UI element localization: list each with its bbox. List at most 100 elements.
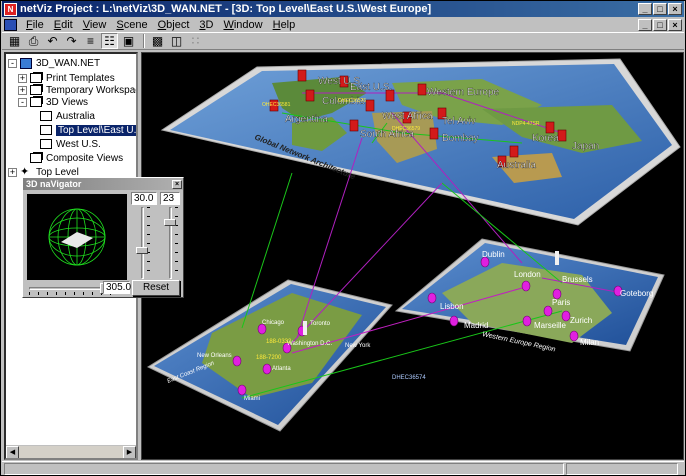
menu-object[interactable]: Object: [153, 19, 195, 31]
navigator-preview[interactable]: [27, 194, 127, 280]
document-icon[interactable]: [4, 18, 17, 31]
tower-node[interactable]: [303, 321, 307, 335]
tree-item-label: Temporary Workspace: [46, 84, 138, 96]
tree-item-label: Australia: [56, 110, 95, 122]
tree-item[interactable]: - 3D_WAN.NET: [8, 56, 100, 70]
navigator-value-c[interactable]: 305.0: [103, 281, 131, 294]
3d-viewport[interactable]: West U.S. East U.S. Colombia Western Europe…: [141, 52, 684, 460]
globe-wireframe-icon[interactable]: [27, 194, 127, 280]
title-bar: N netViz Project : L:\netViz\3D_WAN.NET …: [2, 1, 684, 17]
city-label-us: Toronto: [310, 321, 331, 327]
expand-icon[interactable]: +: [18, 73, 27, 83]
collapse-icon[interactable]: -: [18, 97, 27, 107]
menu-scene[interactable]: Scene: [111, 19, 152, 31]
router-node-magenta[interactable]: [521, 280, 531, 292]
router-node-magenta[interactable]: [569, 330, 579, 342]
doc-close-button[interactable]: ×: [668, 18, 682, 31]
tree-item[interactable]: Composite Views: [18, 151, 123, 165]
tree-item[interactable]: - 3D Views: [18, 95, 88, 109]
scroll-right-icon[interactable]: ▶: [123, 446, 136, 458]
doc-restore-button[interactable]: □: [653, 18, 667, 31]
diagram-icon: ✦: [20, 165, 30, 178]
router-node-red[interactable]: [557, 129, 567, 142]
router-node-red[interactable]: [365, 99, 375, 112]
navigator-close-icon[interactable]: ×: [172, 179, 182, 189]
router-node-red[interactable]: [417, 83, 427, 96]
folder-icon: [30, 153, 42, 163]
link-id-label: DHEC36579: [392, 126, 420, 132]
monitor-icon[interactable]: ▩: [149, 33, 166, 49]
app-icon[interactable]: N: [4, 2, 17, 16]
tree-item[interactable]: Top Level\East U.S.\W: [28, 123, 136, 137]
router-node-red[interactable]: [297, 69, 307, 82]
3d-navigator-panel[interactable]: 3D naVigator × 30.0 23 305.0 Reset: [22, 177, 184, 298]
router-node-magenta[interactable]: [561, 310, 571, 322]
router-node-red[interactable]: [545, 121, 555, 134]
tower-node[interactable]: [555, 251, 559, 265]
save-icon[interactable]: ▦: [6, 33, 23, 49]
netviz-window: N netViz Project : L:\netViz\3D_WAN.NET …: [0, 0, 686, 476]
menu-help[interactable]: Help: [268, 19, 301, 31]
expand-icon[interactable]: +: [18, 85, 27, 95]
tree-view-icon[interactable]: ☷: [101, 33, 118, 49]
close-button[interactable]: ×: [668, 3, 682, 15]
maximize-button[interactable]: □: [653, 3, 667, 15]
menu-edit[interactable]: Edit: [49, 19, 78, 31]
city-label-us: Atlanta: [272, 366, 291, 372]
align-icon[interactable]: ≡: [82, 33, 99, 49]
router-node-red[interactable]: [429, 127, 439, 140]
reset-button[interactable]: Reset: [132, 280, 180, 296]
router-node-magenta[interactable]: [232, 355, 242, 367]
network-icon[interactable]: ∷: [187, 33, 204, 49]
status-pane-secondary: [566, 462, 678, 475]
redo-icon[interactable]: ↷: [63, 33, 80, 49]
scroll-track[interactable]: [19, 446, 123, 458]
navigator-slider-a[interactable]: [134, 207, 150, 279]
router-node-magenta[interactable]: [237, 384, 247, 396]
expand-icon[interactable]: +: [8, 167, 17, 177]
menu-view[interactable]: View: [78, 19, 112, 31]
city-label-us: Chicago: [262, 320, 285, 326]
navigator-value-a[interactable]: 30.0: [131, 192, 157, 205]
city-label-us: Miami: [244, 396, 260, 402]
menu-window[interactable]: Window: [218, 19, 267, 31]
city-label-europe: Paris: [552, 298, 570, 307]
router-node-magenta[interactable]: [262, 363, 272, 375]
collapse-icon[interactable]: -: [8, 58, 17, 68]
navigator-value-b[interactable]: 23: [160, 192, 180, 205]
doc-minimize-button[interactable]: _: [638, 18, 652, 31]
router-node-red[interactable]: [305, 89, 315, 102]
city-label-top: West Africa: [382, 111, 433, 122]
router-node-magenta[interactable]: [427, 292, 437, 304]
city-label-us: Washington D.C.: [287, 341, 332, 347]
scroll-left-icon[interactable]: ◀: [6, 446, 19, 458]
window-icon[interactable]: ▣: [120, 33, 137, 49]
router-node-magenta[interactable]: [543, 305, 553, 317]
router-node-red[interactable]: [509, 145, 519, 158]
router-node-red[interactable]: [349, 119, 359, 132]
tree-item[interactable]: West U.S.: [28, 137, 101, 151]
print-icon[interactable]: ⎙: [25, 33, 42, 49]
tree-horizontal-scrollbar[interactable]: ◀ ▶: [6, 445, 136, 458]
city-label-top: Western Europe: [427, 87, 500, 98]
navigator-title-bar[interactable]: 3D naVigator ×: [23, 178, 183, 190]
city-label-top: Australia: [497, 160, 536, 171]
menu-file[interactable]: File: [21, 19, 49, 31]
link-id-label: 188-0332: [266, 339, 292, 345]
3d-scene[interactable]: West U.S.East U.S.ColombiaWestern Europe…: [142, 53, 684, 460]
floating-link-label: DHEC36574: [392, 375, 426, 381]
folder-icon: [30, 73, 42, 83]
tree-item[interactable]: Australia: [28, 109, 95, 123]
city-label-europe: Dublin: [482, 250, 505, 259]
layout-icon[interactable]: ◫: [168, 33, 185, 49]
minimize-button[interactable]: _: [638, 3, 652, 15]
slider-b-thumb[interactable]: [164, 219, 176, 226]
router-node-magenta[interactable]: [522, 315, 532, 327]
navigator-slider-b[interactable]: [162, 207, 178, 279]
slider-a-thumb[interactable]: [136, 247, 148, 254]
city-label-europe: Marseille: [534, 321, 567, 330]
router-node-magenta[interactable]: [449, 315, 459, 327]
navigator-title: 3D naVigator: [26, 179, 82, 189]
undo-icon[interactable]: ↶: [44, 33, 61, 49]
menu-3d[interactable]: 3D: [194, 19, 218, 31]
